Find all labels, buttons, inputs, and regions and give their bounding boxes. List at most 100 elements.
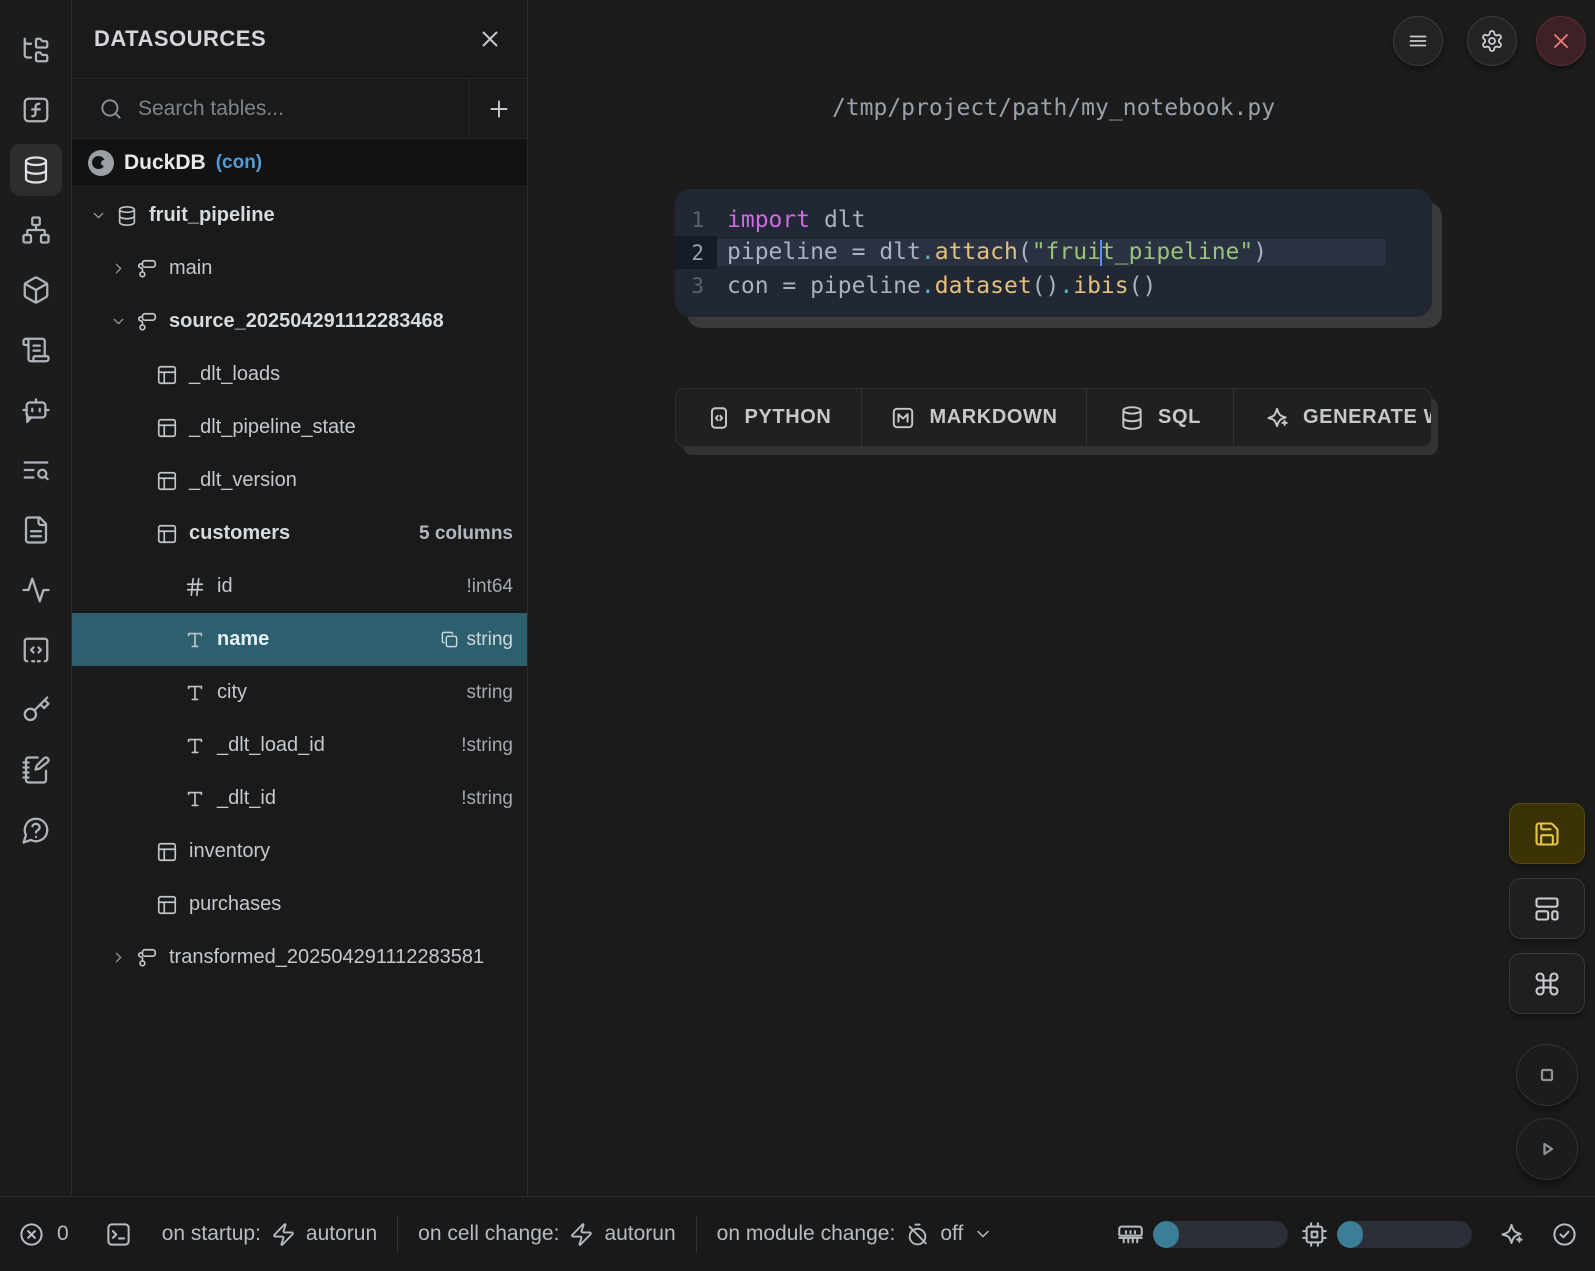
tree-label: purchases bbox=[189, 893, 281, 916]
stop-button[interactable] bbox=[1516, 1044, 1578, 1106]
tree-row-inventory[interactable]: inventory bbox=[72, 825, 527, 878]
layout-button[interactable] bbox=[1509, 878, 1585, 939]
command-palette-button[interactable] bbox=[1509, 953, 1585, 1014]
type-icon bbox=[184, 682, 206, 704]
tree-meta: !string bbox=[461, 735, 513, 757]
marimo-app-window: DATASOURCES DuckDB (con) fruit_pipelinem… bbox=[0, 0, 1595, 1271]
status-on-startup[interactable]: on startup:autorun bbox=[162, 1222, 377, 1247]
rail-key-icon[interactable] bbox=[10, 684, 62, 736]
tree-row-main[interactable]: main bbox=[72, 242, 527, 295]
chevron-down-icon bbox=[110, 311, 136, 333]
table-icon bbox=[156, 417, 178, 439]
rail-box-icon[interactable] bbox=[10, 264, 62, 316]
schema-icon bbox=[136, 258, 158, 280]
tree-meta: string bbox=[440, 629, 513, 651]
rail-database-icon[interactable] bbox=[10, 144, 62, 196]
chevron-right-icon bbox=[110, 947, 136, 969]
settings-button[interactable] bbox=[1467, 16, 1517, 66]
table-icon bbox=[156, 523, 178, 545]
rail-file-text-icon[interactable] bbox=[10, 504, 62, 556]
tree-row-_dlt_pipeline_state[interactable]: _dlt_pipeline_state bbox=[72, 401, 527, 454]
connection-engine: DuckDB bbox=[124, 151, 206, 175]
code-cell[interactable]: 1import dlt2pipeline = dlt.attach("fruit… bbox=[675, 189, 1432, 317]
tree-row-_dlt_load_id[interactable]: _dlt_load_id!string bbox=[72, 719, 527, 772]
tree-row-_dlt_version[interactable]: _dlt_version bbox=[72, 454, 527, 507]
close-button[interactable] bbox=[1536, 16, 1586, 66]
menu-icon bbox=[1406, 29, 1430, 53]
error-indicator[interactable]: 0 bbox=[18, 1221, 69, 1248]
connection-alias: (con) bbox=[216, 152, 262, 174]
datasources-panel: DATASOURCES DuckDB (con) fruit_pipelinem… bbox=[72, 0, 528, 1196]
rail-folder-tree-icon[interactable] bbox=[10, 24, 62, 76]
rail-func-square-icon[interactable] bbox=[10, 84, 62, 136]
status-on-cell-change[interactable]: on cell change:autorun bbox=[418, 1222, 676, 1247]
md-sq-icon bbox=[890, 405, 916, 431]
code-line-1[interactable]: 1import dlt bbox=[675, 203, 1432, 236]
command-icon bbox=[1533, 970, 1561, 998]
main-row: DATASOURCES DuckDB (con) fruit_pipelinem… bbox=[0, 0, 1595, 1196]
code-text[interactable]: con = pipeline.dataset().ibis() bbox=[717, 273, 1386, 299]
code-text[interactable]: pipeline = dlt.attach("fruit_pipeline") bbox=[717, 239, 1386, 266]
status-label: on cell change: bbox=[418, 1222, 559, 1246]
search-tables-input[interactable] bbox=[138, 97, 469, 121]
connection-duckdb[interactable]: DuckDB (con) bbox=[72, 139, 527, 187]
tree-row-customers[interactable]: customers5 columns bbox=[72, 507, 527, 560]
x-icon bbox=[1549, 29, 1573, 53]
add-datasource-button[interactable] bbox=[469, 79, 527, 138]
tree-row-fruit_pipeline[interactable]: fruit_pipeline bbox=[72, 189, 527, 242]
tree-row-city[interactable]: citystring bbox=[72, 666, 527, 719]
tree-label: main bbox=[169, 257, 212, 280]
status-bar: 0 on startup:autorun on cell change:autor… bbox=[0, 1196, 1595, 1271]
add-cell-python-button[interactable]: PYTHON bbox=[676, 389, 862, 446]
rail-network-icon[interactable] bbox=[10, 204, 62, 256]
rail-scroll-icon[interactable] bbox=[10, 324, 62, 376]
connected-check-button[interactable] bbox=[1551, 1221, 1578, 1248]
rail-help-bubble-icon[interactable] bbox=[10, 804, 62, 856]
copy-icon bbox=[440, 630, 459, 649]
tree-row-_dlt_loads[interactable]: _dlt_loads bbox=[72, 348, 527, 401]
tree-label: _dlt_loads bbox=[189, 363, 280, 386]
tree-row-transformed_202504291112283581[interactable]: transformed_202504291112283581 bbox=[72, 931, 527, 984]
run-button[interactable] bbox=[1516, 1118, 1578, 1180]
tree-row-name[interactable]: namestring bbox=[72, 613, 527, 666]
search-field-wrap bbox=[72, 79, 469, 138]
code-text[interactable]: import dlt bbox=[717, 207, 1386, 233]
tree-row-source_202504291112283468[interactable]: source_202504291112283468 bbox=[72, 295, 527, 348]
code-line-3[interactable]: 3con = pipeline.dataset().ibis() bbox=[675, 269, 1432, 302]
status-on-module-change[interactable]: on module change:off bbox=[717, 1222, 994, 1247]
line-number: 2 bbox=[675, 236, 717, 269]
chevron-down-icon bbox=[90, 205, 116, 227]
error-count: 0 bbox=[57, 1222, 69, 1246]
database-icon bbox=[1119, 405, 1145, 431]
tree-meta: string bbox=[467, 682, 513, 704]
status-divider bbox=[397, 1215, 398, 1253]
terminal-button[interactable] bbox=[105, 1221, 132, 1248]
tree-label: fruit_pipeline bbox=[149, 204, 275, 227]
rail-activity-icon[interactable] bbox=[10, 564, 62, 616]
tree-row-purchases[interactable]: purchases bbox=[72, 878, 527, 931]
table-icon bbox=[156, 841, 178, 863]
rail-text-search-icon[interactable] bbox=[10, 444, 62, 496]
panel-title: DATASOURCES bbox=[94, 26, 266, 52]
close-panel-icon[interactable] bbox=[477, 26, 503, 52]
notebook-area: /tmp/project/path/my_notebook.py 1import… bbox=[528, 0, 1595, 1196]
add-cell-sql-button[interactable]: SQL bbox=[1087, 389, 1234, 446]
chevron-down-icon bbox=[973, 1224, 993, 1244]
save-button[interactable] bbox=[1509, 803, 1585, 864]
duckdb-logo-icon bbox=[88, 150, 114, 176]
add-cell-markdown-button[interactable]: MARKDOWN bbox=[862, 389, 1087, 446]
tree-row-_dlt_id[interactable]: _dlt_id!string bbox=[72, 772, 527, 825]
zap-icon bbox=[271, 1222, 296, 1247]
menu-button[interactable] bbox=[1393, 16, 1443, 66]
tree-row-id[interactable]: id!int64 bbox=[72, 560, 527, 613]
add-cell-buttons: PYTHONMARKDOWNSQLGENERATE WIT bbox=[675, 388, 1432, 447]
rail-bot-icon[interactable] bbox=[10, 384, 62, 436]
table-icon bbox=[156, 364, 178, 386]
ai-sparkles-button[interactable] bbox=[1498, 1221, 1525, 1248]
add-cell-generate-button[interactable]: GENERATE WIT bbox=[1234, 389, 1431, 446]
rail-notebook-pen-icon[interactable] bbox=[10, 744, 62, 796]
status-label: on startup: bbox=[162, 1222, 261, 1246]
code-line-2[interactable]: 2pipeline = dlt.attach("fruit_pipeline") bbox=[675, 236, 1432, 269]
code-sq-icon bbox=[706, 405, 732, 431]
rail-code-dashed-icon[interactable] bbox=[10, 624, 62, 676]
